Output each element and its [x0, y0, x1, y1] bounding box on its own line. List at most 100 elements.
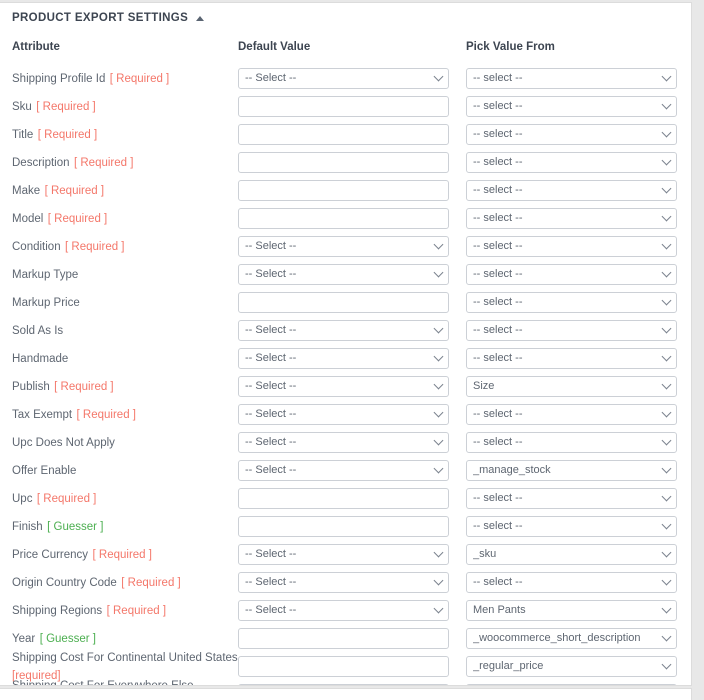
- attribute-label: Sold As Is: [12, 325, 64, 337]
- pick-value-from-make-value: -- select --: [473, 184, 523, 196]
- default-value-shipping-regions-select[interactable]: -- Select --: [238, 599, 449, 621]
- pick-value-from-shipping-cost-for-everywhere-else-select[interactable]: _sku: [466, 683, 677, 685]
- default-value-make-input[interactable]: [238, 179, 449, 201]
- default-value-model-input[interactable]: [238, 207, 449, 229]
- column-header-pick-value-from: Pick Value From: [466, 41, 555, 53]
- pick-value-from-markup-price-select[interactable]: -- select --: [466, 291, 677, 313]
- default-value-sku-input[interactable]: [238, 95, 449, 117]
- pick-value-from-publish-select[interactable]: Size: [466, 375, 677, 397]
- default-value-handmade-select[interactable]: -- Select --: [238, 347, 449, 369]
- pick-value-from-publish-cell: Size: [466, 375, 684, 397]
- pick-value-from-offer-enable-select[interactable]: _manage_stock: [466, 459, 677, 481]
- pick-value-from-title-cell: -- select --: [466, 123, 684, 145]
- default-value-origin-country-code-select[interactable]: -- Select --: [238, 571, 449, 593]
- default-value-sold-as-is-select[interactable]: -- Select --: [238, 319, 449, 341]
- pick-value-from-price-currency-cell: _sku: [466, 543, 684, 565]
- pick-value-from-origin-country-code-cell: -- select --: [466, 571, 684, 593]
- attribute-cell-markup-type: Markup Type: [12, 265, 238, 283]
- column-header-attribute: Attribute: [12, 41, 60, 53]
- default-value-shipping-cost-for-continental-united-states-input[interactable]: [238, 655, 449, 677]
- attribute-cell-upc: Upc [ Required ]: [12, 489, 238, 507]
- default-value-title-input[interactable]: [238, 123, 449, 145]
- attribute-label: Sku: [12, 101, 32, 113]
- pick-value-from-description-select[interactable]: -- select --: [466, 151, 677, 173]
- chevron-down-icon: [661, 631, 672, 642]
- default-value-upc-input[interactable]: [238, 487, 449, 509]
- pick-value-from-shipping-profile-id-select[interactable]: -- select --: [466, 67, 677, 89]
- default-value-finish-input[interactable]: [238, 515, 449, 537]
- default-value-offer-enable-select[interactable]: -- Select --: [238, 459, 449, 481]
- default-value-make-cell: [238, 179, 466, 201]
- pick-value-from-handmade-select[interactable]: -- select --: [466, 347, 677, 369]
- page-title: PRODUCT EXPORT SETTINGS: [12, 12, 189, 24]
- attribute-label: Handmade: [12, 353, 69, 365]
- pick-value-from-upc-value: -- select --: [473, 492, 523, 504]
- default-value-model-cell: [238, 207, 466, 229]
- attribute-cell-handmade: Handmade: [12, 349, 238, 367]
- attribute-cell-title: Title [ Required ]: [12, 125, 238, 143]
- pick-value-from-tax-exempt-select[interactable]: -- select --: [466, 403, 677, 425]
- attribute-cell-description: Description [ Required ]: [12, 153, 238, 171]
- attribute-cell-sold-as-is: Sold As Is: [12, 321, 238, 339]
- pick-value-from-upc-does-not-apply-value: -- select --: [473, 436, 523, 448]
- pick-value-from-finish-select[interactable]: -- select --: [466, 515, 677, 537]
- default-value-year-input[interactable]: [238, 627, 449, 649]
- chevron-down-icon: [433, 435, 444, 446]
- pick-value-from-sold-as-is-select[interactable]: -- select --: [466, 319, 677, 341]
- pick-value-from-price-currency-value: _sku: [473, 548, 497, 560]
- attribute-cell-tax-exempt: Tax Exempt [ Required ]: [12, 405, 238, 423]
- default-value-tax-exempt-select[interactable]: -- Select --: [238, 403, 449, 425]
- guesser-tag: [ Guesser ]: [47, 521, 104, 533]
- default-value-shipping-profile-id-select[interactable]: -- Select --: [238, 67, 449, 89]
- default-value-markup-type-select[interactable]: -- Select --: [238, 263, 449, 285]
- required-tag: [ Required ]: [121, 577, 181, 589]
- pick-value-from-make-select[interactable]: -- select --: [466, 179, 677, 201]
- pick-value-from-year-select[interactable]: _woocommerce_short_description: [466, 627, 677, 649]
- pick-value-from-publish-value: Size: [473, 380, 495, 392]
- pick-value-from-origin-country-code-select[interactable]: -- select --: [466, 571, 677, 593]
- default-value-condition-select[interactable]: -- Select --: [238, 235, 449, 257]
- required-tag: [ Required ]: [54, 381, 114, 393]
- panel-header[interactable]: PRODUCT EXPORT SETTINGS: [0, 3, 691, 24]
- default-value-upc-does-not-apply-select[interactable]: -- Select --: [238, 431, 449, 453]
- chevron-down-icon: [433, 379, 444, 390]
- pick-value-from-price-currency-select[interactable]: _sku: [466, 543, 677, 565]
- default-value-upc-does-not-apply-cell: -- Select --: [238, 431, 466, 453]
- attribute-cell-condition: Condition [ Required ]: [12, 237, 238, 255]
- default-value-shipping-profile-id-value: -- Select --: [245, 72, 297, 84]
- pick-value-from-condition-select[interactable]: -- select --: [466, 235, 677, 257]
- chevron-down-icon: [661, 295, 672, 306]
- attribute-label: Description: [12, 157, 70, 169]
- chevron-down-icon: [433, 463, 444, 474]
- default-value-publish-value: -- Select --: [245, 380, 297, 392]
- default-value-price-currency-select[interactable]: -- Select --: [238, 543, 449, 565]
- pick-value-from-shipping-regions-select[interactable]: Men Pants: [466, 599, 677, 621]
- pick-value-from-shipping-cost-for-continental-united-states-select[interactable]: _regular_price: [466, 655, 677, 677]
- pick-value-from-upc-does-not-apply-select[interactable]: -- select --: [466, 431, 677, 453]
- settings-row: Price Currency [ Required ] -- Select -- _…: [12, 540, 679, 568]
- attribute-label: Markup Type: [12, 269, 79, 281]
- pick-value-from-title-select[interactable]: -- select --: [466, 123, 677, 145]
- default-value-description-input[interactable]: [238, 151, 449, 173]
- pick-value-from-sku-select[interactable]: -- select --: [466, 95, 677, 117]
- pick-value-from-upc-select[interactable]: -- select --: [466, 487, 677, 509]
- default-value-markup-price-input[interactable]: [238, 291, 449, 313]
- chevron-down-icon: [433, 71, 444, 82]
- default-value-shipping-cost-for-everywhere-else-input[interactable]: [238, 683, 449, 685]
- settings-row: Shipping Cost For Everywhere Else [requi…: [12, 680, 679, 685]
- settings-row: Condition [ Required ] -- Select -- -- sel…: [12, 232, 679, 260]
- pick-value-from-markup-type-select[interactable]: -- select --: [466, 263, 677, 285]
- default-value-publish-select[interactable]: -- Select --: [238, 375, 449, 397]
- attribute-label: Model: [12, 213, 44, 225]
- pick-value-from-upc-cell: -- select --: [466, 487, 684, 509]
- chevron-down-icon: [661, 155, 672, 166]
- pick-value-from-origin-country-code-value: -- select --: [473, 576, 523, 588]
- attribute-label: Make: [12, 185, 41, 197]
- pick-value-from-model-select[interactable]: -- select --: [466, 207, 677, 229]
- attribute-cell-year: Year [ Guesser ]: [12, 629, 238, 647]
- pick-value-from-shipping-profile-id-cell: -- select --: [466, 67, 684, 89]
- caret-up-icon[interactable]: [196, 15, 205, 21]
- chevron-down-icon: [661, 435, 672, 446]
- pick-value-from-handmade-cell: -- select --: [466, 347, 684, 369]
- panel-footer-edge: [0, 688, 692, 700]
